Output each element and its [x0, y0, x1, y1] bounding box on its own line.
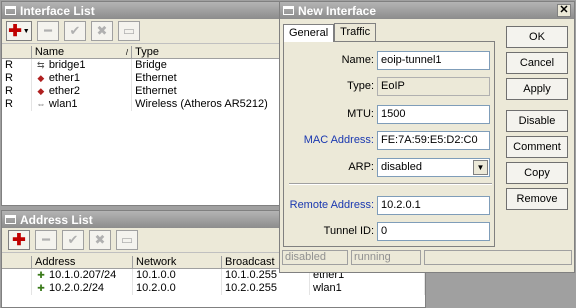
general-panel: Name: eoip-tunnel1 Type: EoIP MTU: 1500 …	[283, 41, 495, 247]
note-icon: ▭	[120, 232, 134, 247]
close-button[interactable]: ✕	[557, 4, 571, 17]
ethernet-icon: ◆	[37, 86, 45, 96]
dialog-tabs: General Traffic	[283, 23, 377, 42]
row-address: 10.1.0.207/24	[49, 269, 117, 281]
cancel-button[interactable]: Cancel	[506, 52, 568, 74]
mtu-field[interactable]: 1500	[377, 105, 490, 124]
comment-button[interactable]: ▭	[118, 21, 140, 41]
row-network: 10.1.0.0	[133, 269, 222, 282]
type-field: EoIP	[377, 77, 490, 96]
mac-address-label[interactable]: MAC Address:	[254, 134, 374, 146]
row-flag: R	[2, 85, 32, 98]
check-icon: ✔	[67, 232, 79, 247]
table-row[interactable]: R ⇆ bridge1 Bridge	[2, 59, 286, 72]
tab-traffic[interactable]: Traffic	[334, 23, 377, 41]
address-list-title: Address List	[20, 212, 93, 227]
address-column-header[interactable]: Address	[32, 256, 133, 268]
row-flag: R	[2, 59, 32, 72]
bridge-icon: ⇆	[37, 60, 45, 70]
minus-icon: ━	[42, 232, 50, 247]
comment-button[interactable]: Comment	[506, 136, 568, 158]
cross-icon: ✖	[96, 23, 108, 38]
interface-table: Name / Type R ⇆ bridge1 Bridge R ◆ ether1 E…	[2, 46, 286, 205]
close-icon: ✕	[559, 4, 569, 16]
separator	[289, 183, 492, 185]
add-interface-button[interactable]: ✚ ▼	[6, 21, 32, 41]
comment-button[interactable]: ▭	[116, 230, 138, 250]
remove-button[interactable]: Remove	[506, 188, 568, 210]
mtu-label: MTU:	[347, 108, 374, 120]
row-interface: wlan1	[310, 282, 425, 295]
check-icon: ✔	[69, 23, 81, 38]
arp-label: ARP:	[348, 161, 374, 173]
name-field[interactable]: eoip-tunnel1	[377, 51, 490, 70]
sort-arrow-icon: /	[125, 48, 129, 57]
table-row[interactable]: ✚ 10.2.0.2/24 10.2.0.0 10.2.0.255 wlan1	[2, 282, 425, 295]
row-flag: R	[2, 98, 32, 111]
row-flag: R	[2, 72, 32, 85]
interface-list-titlebar[interactable]: Interface List	[2, 2, 285, 19]
row-name: bridge1	[48, 59, 86, 71]
disable-button[interactable]: ✖	[89, 230, 111, 250]
remove-button[interactable]: ━	[37, 21, 59, 41]
new-interface-title: New Interface	[298, 3, 377, 18]
enable-button[interactable]: ✔	[64, 21, 86, 41]
table-row[interactable]: R ◆ ether1 Ethernet	[2, 72, 286, 85]
arp-select[interactable]: disabled ▼	[377, 158, 490, 177]
tab-general[interactable]: General	[283, 24, 335, 42]
status-empty	[424, 250, 572, 265]
desktop-area	[426, 273, 576, 308]
chevron-down-icon: ▼	[22, 27, 30, 35]
row-address: 10.2.0.2/24	[49, 282, 105, 294]
flag-column-header[interactable]	[2, 46, 32, 58]
window-icon	[283, 6, 294, 15]
plus-icon: ✚	[8, 23, 22, 40]
remote-address-label[interactable]: Remote Address:	[254, 199, 374, 211]
wireless-icon: ⇔	[36, 99, 46, 109]
address-icon: ✚	[37, 270, 45, 280]
window-icon	[5, 6, 16, 15]
table-row[interactable]: R ◆ ether2 Ethernet	[2, 85, 286, 98]
ethernet-icon: ◆	[37, 73, 45, 83]
table-row[interactable]: R ⇔ wlan1 Wireless (Atheros AR5212)	[2, 98, 286, 111]
mac-address-field[interactable]: FE:7A:59:E5:D2:C0	[377, 131, 490, 150]
type-label: Type:	[347, 80, 374, 92]
interface-list-window: Interface List ✚ ▼ ━ ✔ ✖ ▭ Name / Type R ⇆…	[1, 1, 286, 206]
enable-button[interactable]: ✔	[62, 230, 84, 250]
copy-button[interactable]: Copy	[506, 162, 568, 184]
interface-list-title: Interface List	[20, 3, 95, 18]
disable-button[interactable]: Disable	[506, 110, 568, 132]
apply-button[interactable]: Apply	[506, 78, 568, 100]
add-address-button[interactable]: ✚	[8, 230, 30, 250]
remote-address-field[interactable]: 10.2.0.1	[377, 196, 490, 215]
name-label: Name:	[341, 54, 374, 66]
disable-button[interactable]: ✖	[91, 21, 113, 41]
minus-icon: ━	[44, 23, 52, 38]
status-disabled: disabled	[282, 250, 348, 265]
network-column-header[interactable]: Network	[133, 256, 222, 268]
row-network: 10.2.0.0	[133, 282, 222, 295]
window-icon	[5, 215, 16, 224]
ok-button[interactable]: OK	[506, 26, 568, 48]
row-name: ether2	[48, 85, 81, 97]
tunnel-id-field[interactable]: 0	[377, 222, 490, 241]
note-icon: ▭	[122, 23, 136, 38]
row-name: ether1	[48, 72, 81, 84]
dropdown-arrow-icon[interactable]: ▼	[473, 160, 488, 175]
name-column-header[interactable]: Name /	[32, 46, 133, 58]
arp-selected-value: disabled	[381, 161, 422, 173]
table-header: Name / Type	[2, 46, 286, 59]
row-name: wlan1	[48, 98, 78, 110]
new-interface-titlebar[interactable]: New Interface ✕	[280, 2, 574, 19]
status-running: running	[351, 250, 421, 265]
flag-column-header[interactable]	[2, 256, 32, 268]
tunnel-id-label: Tunnel ID:	[323, 225, 374, 237]
remove-button[interactable]: ━	[35, 230, 57, 250]
plus-icon: ✚	[12, 232, 26, 249]
cross-icon: ✖	[94, 232, 106, 247]
interface-toolbar: ✚ ▼ ━ ✔ ✖ ▭	[2, 19, 285, 44]
address-icon: ✚	[37, 283, 45, 293]
row-broadcast: 10.2.0.255	[222, 282, 310, 295]
